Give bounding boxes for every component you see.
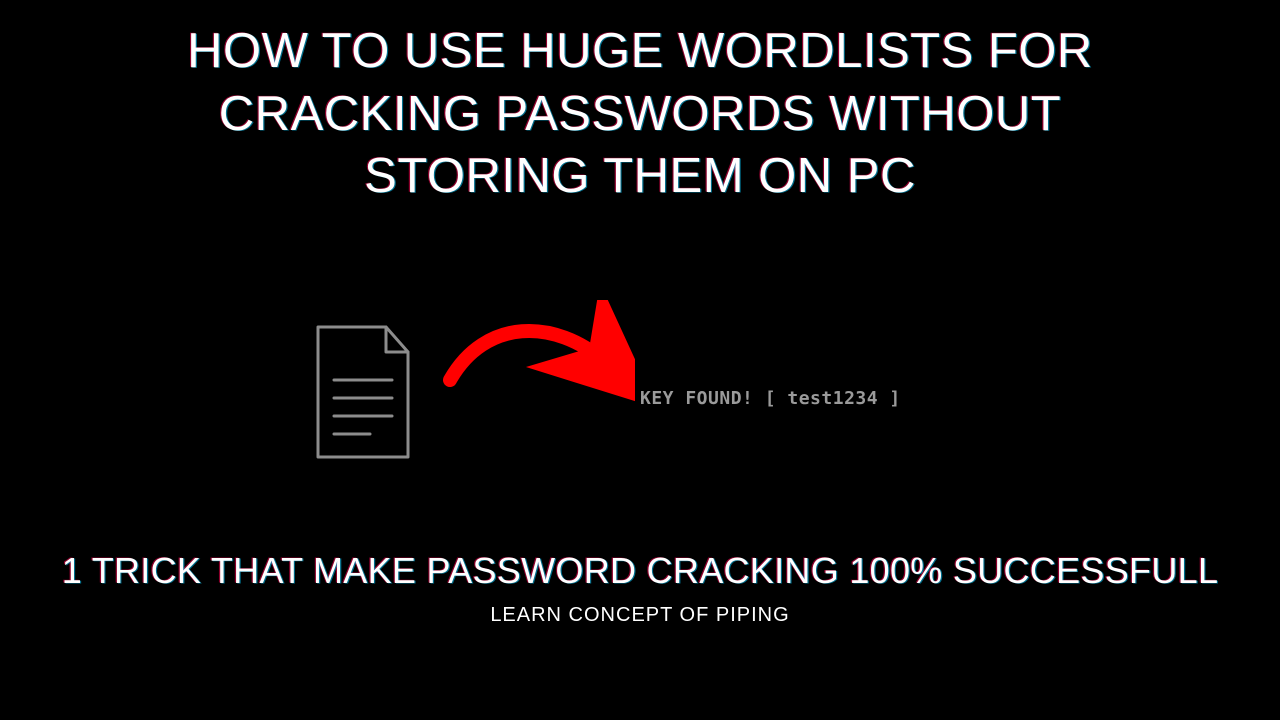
title-line-3: STORING THEM ON PC: [364, 145, 916, 208]
illustration-row: KEY FOUND! [ test1234 ]: [0, 300, 1280, 500]
document-icon: [308, 322, 418, 472]
arrow-right-icon: [435, 300, 635, 425]
subtitle: 1 TRICK THAT MAKE PASSWORD CRACKING 100%…: [0, 550, 1280, 592]
main-title: HOW TO USE HUGE WORDLISTS FOR CRACKING P…: [0, 20, 1280, 208]
footer-text: LEARN CONCEPT OF PIPING: [0, 604, 1280, 627]
title-line-2: CRACKING PASSWORDS WITHOUT: [219, 83, 1061, 146]
subtitle-text: 1 TRICK THAT MAKE PASSWORD CRACKING 100%…: [62, 550, 1219, 591]
title-line-1: HOW TO USE HUGE WORDLISTS FOR: [187, 20, 1093, 83]
terminal-output: KEY FOUND! [ test1234 ]: [640, 388, 901, 409]
